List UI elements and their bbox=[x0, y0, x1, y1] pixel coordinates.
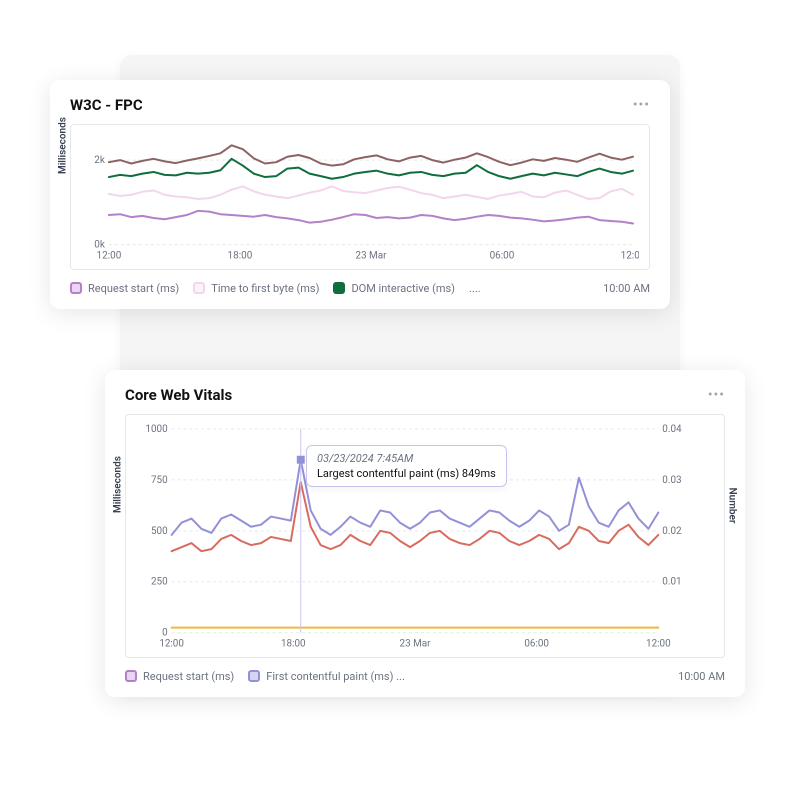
svg-text:500: 500 bbox=[151, 526, 168, 537]
card-title: Core Web Vitals bbox=[125, 386, 232, 404]
y-axis-label-right: Number bbox=[727, 487, 738, 523]
legend-item[interactable]: DOM interactive (ms) bbox=[333, 282, 455, 295]
legend-label: DOM interactive (ms) bbox=[351, 282, 455, 295]
legend-swatch bbox=[70, 282, 82, 294]
svg-text:0.03: 0.03 bbox=[662, 475, 681, 486]
legend-swatch bbox=[125, 670, 137, 682]
svg-text:0.04: 0.04 bbox=[662, 424, 682, 435]
legend-label: Request start (ms) bbox=[143, 670, 234, 683]
last-updated: 10:00 AM bbox=[603, 282, 650, 295]
svg-text:06:00: 06:00 bbox=[490, 251, 515, 262]
legend-item[interactable]: Time to first byte (ms) bbox=[193, 282, 319, 295]
core-web-vitals-card: Core Web Vitals ••• Milliseconds Number … bbox=[105, 370, 745, 697]
w3c-fpc-chart[interactable]: Milliseconds 2k0k12:0018:0023 Mar06:0012… bbox=[70, 124, 650, 270]
legend-label: Request start (ms) bbox=[88, 282, 179, 295]
more-menu-icon[interactable]: ••• bbox=[708, 387, 725, 403]
svg-text:1000: 1000 bbox=[145, 424, 167, 435]
svg-text:23 Mar: 23 Mar bbox=[400, 639, 432, 650]
legend: Request start (ms) First contentful paint… bbox=[125, 670, 405, 683]
chart-canvas: 2k0k12:0018:0023 Mar06:0012:00 bbox=[81, 133, 639, 263]
more-menu-icon[interactable]: ••• bbox=[633, 97, 650, 113]
y-axis-label: Milliseconds bbox=[58, 117, 69, 174]
legend-item[interactable]: Request start (ms) bbox=[125, 670, 234, 683]
svg-text:0k: 0k bbox=[94, 240, 106, 251]
legend-more[interactable]: .... bbox=[469, 282, 481, 295]
svg-text:12:00: 12:00 bbox=[97, 251, 122, 262]
svg-text:12:00: 12:00 bbox=[159, 639, 184, 650]
legend-swatch bbox=[333, 282, 345, 294]
chart-canvas: 1000 750 500 250 0 0.04 0.03 0.02 0.01 12:00 18:00… bbox=[136, 423, 690, 651]
core-web-vitals-chart[interactable]: Milliseconds Number 100075050025000.040.… bbox=[125, 414, 725, 658]
svg-text:18:00: 18:00 bbox=[281, 639, 306, 650]
legend-label: Time to first byte (ms) bbox=[211, 282, 319, 295]
svg-text:0: 0 bbox=[162, 628, 168, 639]
legend-swatch bbox=[248, 670, 260, 682]
legend-item[interactable]: Request start (ms) bbox=[70, 282, 179, 295]
legend-swatch bbox=[193, 282, 205, 294]
svg-text:18:00: 18:00 bbox=[228, 251, 253, 262]
svg-text:250: 250 bbox=[151, 577, 168, 588]
w3c-fpc-card: W3C - FPC ••• Milliseconds 2k0k12:0018:0… bbox=[50, 80, 670, 309]
svg-text:0.02: 0.02 bbox=[662, 526, 682, 537]
legend: Request start (ms) Time to first byte (ms… bbox=[70, 282, 481, 295]
card-title: W3C - FPC bbox=[70, 96, 143, 114]
svg-text:2k: 2k bbox=[94, 155, 106, 166]
last-updated: 10:00 AM bbox=[678, 670, 725, 683]
legend-label: First contentful paint (ms) ... bbox=[266, 670, 405, 683]
y-axis-label-left: Milliseconds bbox=[113, 456, 124, 513]
svg-text:12:00: 12:00 bbox=[621, 251, 639, 262]
svg-text:750: 750 bbox=[151, 475, 168, 486]
svg-text:23 Mar: 23 Mar bbox=[355, 251, 387, 262]
svg-text:06:00: 06:00 bbox=[524, 639, 549, 650]
svg-text:12:00: 12:00 bbox=[646, 639, 671, 650]
legend-item[interactable]: First contentful paint (ms) ... bbox=[248, 670, 405, 683]
svg-text:0.01: 0.01 bbox=[662, 577, 681, 588]
